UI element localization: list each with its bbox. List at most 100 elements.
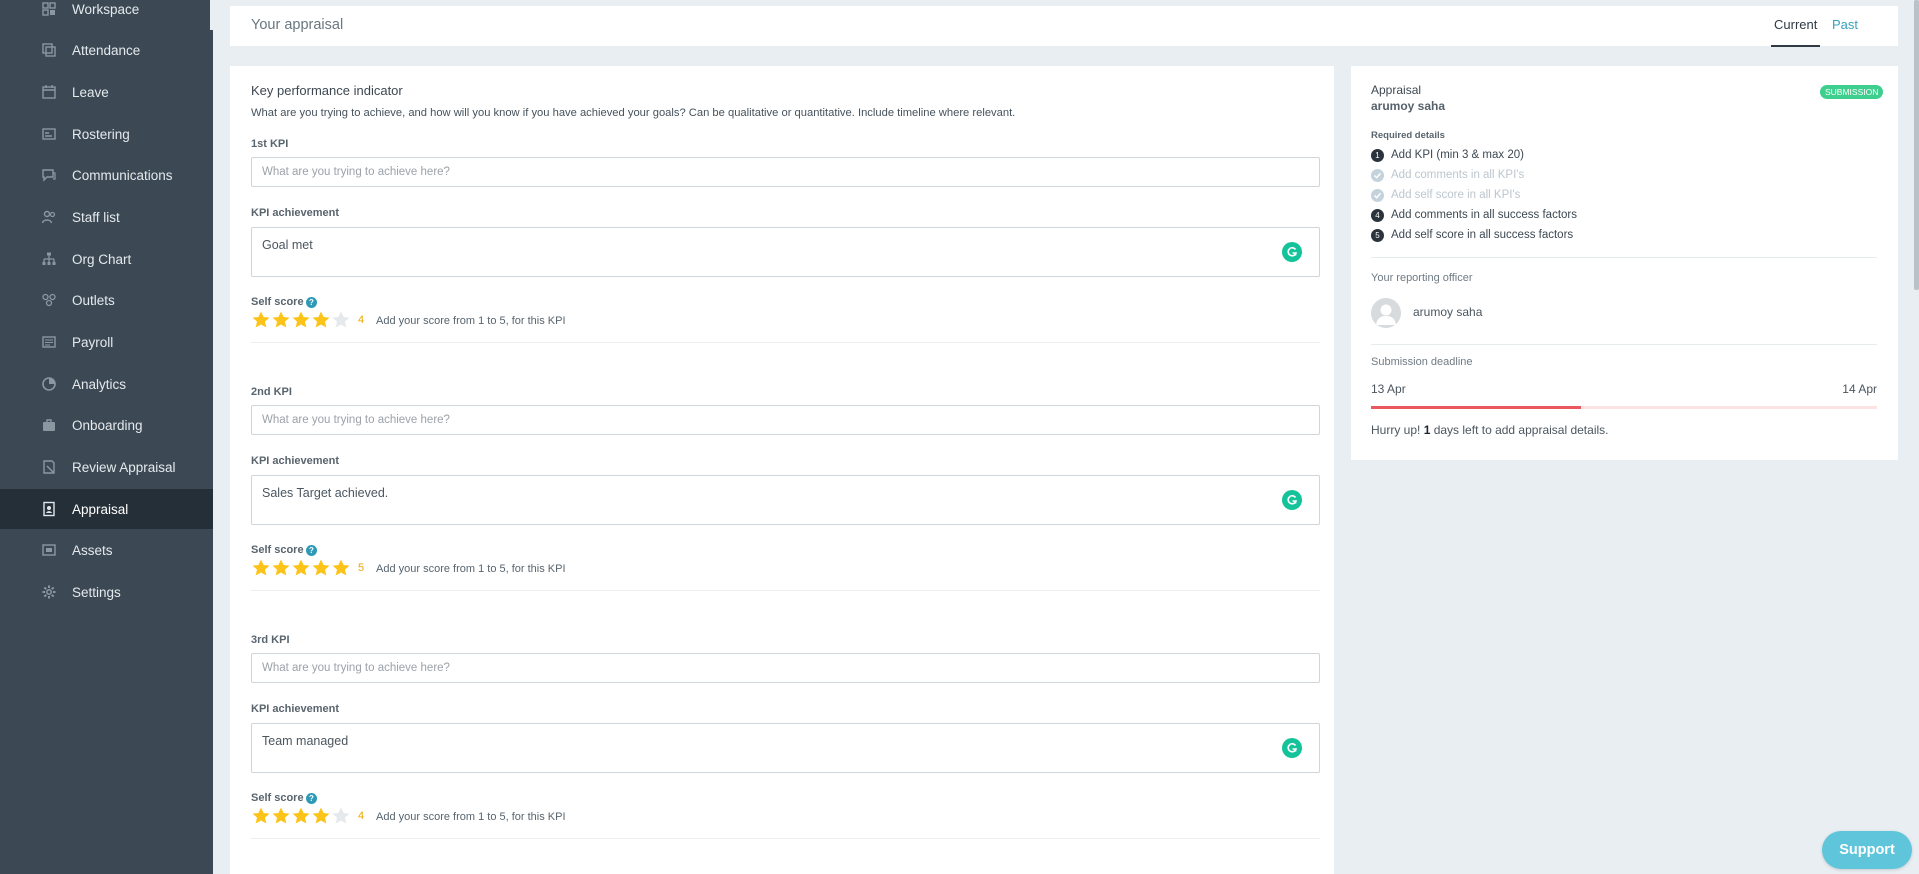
star-icon[interactable]	[331, 558, 351, 578]
sidebar-item-label: Analytics	[72, 376, 127, 392]
step-number-badge: 1	[1371, 148, 1384, 162]
help-icon[interactable]: ?	[306, 545, 317, 556]
page-title: Your appraisal	[251, 17, 344, 33]
sidebar-item-payroll[interactable]: Payroll	[0, 322, 213, 362]
org-chart-icon	[41, 251, 57, 267]
required-details-label: Required details	[1371, 130, 1445, 141]
outlets-icon	[41, 292, 57, 308]
kpi-achievement-field[interactable]: Goal met	[251, 227, 1320, 277]
kpi-label: 3rd KPI	[251, 634, 290, 646]
deadline-progress-bar	[1371, 406, 1877, 409]
kpi-section-title: Key performance indicator	[251, 83, 403, 98]
divider	[251, 590, 1320, 591]
tab-current[interactable]: Current	[1770, 17, 1821, 47]
reporting-officer-label: Your reporting officer	[1371, 272, 1473, 284]
leave-icon	[41, 84, 57, 100]
score-hint: Add your score from 1 to 5, for this KPI	[376, 811, 566, 823]
sidebar-item-appraisal[interactable]: Appraisal	[0, 489, 213, 529]
sidebar-item-rostering[interactable]: Rostering	[0, 114, 213, 154]
review-appraisal-icon	[41, 459, 57, 475]
sidebar-item-staff-list[interactable]: Staff list	[0, 197, 213, 237]
star-rating[interactable]	[251, 310, 351, 330]
kpi-input[interactable]	[251, 157, 1320, 187]
kpi-achievement-field[interactable]: Team managed	[251, 723, 1320, 773]
sidebar-item-settings[interactable]: Settings	[0, 572, 213, 612]
sidebar-item-label: Workspace	[72, 1, 140, 17]
grammarly-icon[interactable]	[1282, 738, 1302, 758]
sidebar-item-label: Onboarding	[72, 417, 143, 433]
sidebar-item-workspace[interactable]: Workspace	[0, 0, 213, 29]
star-icon[interactable]	[271, 806, 291, 826]
sidebar-item-assets[interactable]: Assets	[0, 530, 213, 570]
star-icon[interactable]	[251, 558, 271, 578]
check-icon	[1371, 168, 1384, 182]
deadline-reminder: Hurry up! 1 days left to add appraisal d…	[1371, 423, 1608, 437]
sidebar-item-label: Assets	[72, 542, 113, 558]
sidebar-item-outlets[interactable]: Outlets	[0, 280, 213, 320]
star-icon[interactable]	[291, 558, 311, 578]
divider	[1371, 257, 1877, 258]
star-icon[interactable]	[271, 558, 291, 578]
submission-deadline-label: Submission deadline	[1371, 356, 1473, 368]
grammarly-icon[interactable]	[1282, 242, 1302, 262]
sidebar-item-leave[interactable]: Leave	[0, 72, 213, 112]
star-icon[interactable]	[311, 806, 331, 826]
star-rating[interactable]	[251, 558, 351, 578]
star-icon[interactable]	[251, 310, 271, 330]
kpi-section-description: What are you trying to achieve, and how …	[251, 107, 1016, 119]
star-icon[interactable]	[291, 310, 311, 330]
assets-icon	[41, 542, 57, 558]
star-icon[interactable]	[291, 806, 311, 826]
kpi-block: 3rd KPI KPI achievement Team managed Self s…	[251, 634, 1320, 874]
kpi-achievement-label: KPI achievement	[251, 207, 340, 219]
sidebar-item-communications[interactable]: Communications	[0, 155, 213, 195]
kpi-input[interactable]	[251, 405, 1320, 435]
score-hint: Add your score from 1 to 5, for this KPI	[376, 315, 566, 327]
sidebar-item-onboarding[interactable]: Onboarding	[0, 405, 213, 445]
star-icon[interactable]	[331, 806, 351, 826]
scrollbar-thumb[interactable]	[1914, 0, 1919, 290]
sidebar-item-attendance[interactable]: Attendance	[0, 30, 213, 70]
support-button[interactable]: Support	[1822, 831, 1912, 869]
kpi-label: 1st KPI	[251, 138, 289, 150]
attendance-icon	[41, 42, 57, 58]
help-icon[interactable]: ?	[306, 793, 317, 804]
tab-past[interactable]: Past	[1832, 17, 1858, 32]
appraisal-icon	[41, 501, 57, 517]
kpi-achievement-label: KPI achievement	[251, 703, 340, 715]
help-icon[interactable]: ?	[306, 297, 317, 308]
check-icon	[1371, 188, 1384, 202]
gear-icon	[41, 584, 57, 600]
star-icon[interactable]	[271, 310, 291, 330]
sidebar-item-label: Payroll	[72, 334, 114, 350]
requirement-text: Add comments in all success factors	[1391, 209, 1577, 221]
star-icon[interactable]	[311, 558, 331, 578]
grammarly-icon[interactable]	[1282, 490, 1302, 510]
kpi-input[interactable]	[251, 653, 1320, 683]
requirement-text: Add comments in all KPI's	[1391, 169, 1525, 181]
sidebar-item-label: Attendance	[72, 42, 141, 58]
onboarding-icon	[41, 417, 57, 433]
summary-title: Appraisal	[1371, 83, 1422, 97]
requirement-item: 1 Add KPI (min 3 & max 20)	[1371, 148, 1524, 162]
deadline-progress-fill	[1371, 406, 1581, 409]
star-icon[interactable]	[311, 310, 331, 330]
kpi-block: 2nd KPI KPI achievement Sales Target achie…	[251, 386, 1320, 634]
status-badge: SUBMISSION	[1820, 85, 1884, 99]
sidebar-item-analytics[interactable]: Analytics	[0, 364, 213, 404]
self-score-label: Self score	[251, 544, 304, 556]
sidebar-item-label: Outlets	[72, 292, 115, 308]
sidebar-item-review-appraisal[interactable]: Review Appraisal	[0, 447, 213, 487]
star-icon[interactable]	[251, 806, 271, 826]
requirement-item: Add self score in all KPI's	[1371, 188, 1520, 202]
star-rating[interactable]	[251, 806, 351, 826]
sidebar-item-label: Leave	[72, 84, 109, 100]
sidebar-item-label: Org Chart	[72, 251, 132, 267]
kpi-achievement-field[interactable]: Sales Target achieved.	[251, 475, 1320, 525]
kpi-achievement-label: KPI achievement	[251, 455, 340, 467]
sidebar-item-label: Appraisal	[72, 501, 129, 517]
sidebar-item-org-chart[interactable]: Org Chart	[0, 239, 213, 279]
star-icon[interactable]	[331, 310, 351, 330]
summary-employee-name: arumoy saha	[1371, 99, 1446, 113]
page-scrollbar[interactable]	[1914, 0, 1919, 874]
